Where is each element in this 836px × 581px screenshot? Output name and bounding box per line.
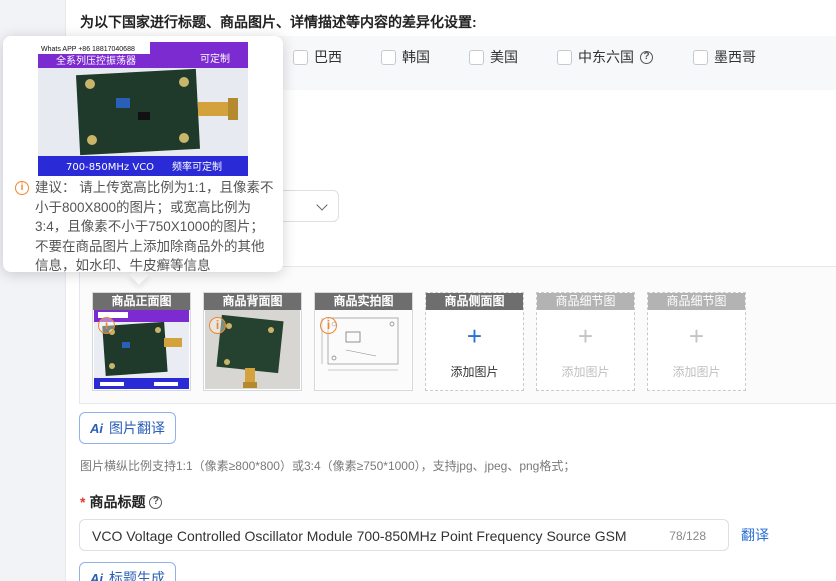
country-option-usa[interactable]: 美国 bbox=[469, 47, 518, 67]
image-slot-back[interactable]: 商品背面图 i bbox=[203, 292, 302, 391]
tooltip-preview-image: Whats APP +86 18817040688 全系列压控振荡器 可定制 7… bbox=[38, 42, 248, 176]
plus-icon[interactable]: + bbox=[648, 323, 745, 349]
product-title-label: * 商品标题 ? bbox=[80, 492, 163, 512]
slot-label: 商品正面图 bbox=[93, 293, 190, 310]
country-label: 美国 bbox=[490, 49, 518, 65]
checkbox-icon[interactable] bbox=[693, 49, 708, 65]
add-image-text[interactable]: 添加图片 bbox=[537, 363, 634, 380]
character-count: 78/128 bbox=[669, 529, 706, 543]
preview-banner-top-left: 全系列压控振荡器 bbox=[56, 54, 136, 67]
slot-label: 商品实拍图 bbox=[315, 293, 412, 310]
button-label: 标题生成 bbox=[109, 570, 165, 581]
image-slot-front[interactable]: 商品正面图 i bbox=[92, 292, 191, 391]
warning-icon: i bbox=[15, 181, 29, 195]
required-asterisk: * bbox=[80, 494, 86, 510]
image-slot-side[interactable]: 商品侧面图 + 添加图片 bbox=[425, 292, 524, 391]
country-label: 巴西 bbox=[314, 49, 342, 65]
add-image-text[interactable]: 添加图片 bbox=[426, 363, 523, 380]
preview-banner-top-right: 可定制 bbox=[200, 52, 230, 65]
preview-watermark: Whats APP +86 18817040688 bbox=[41, 46, 135, 53]
ai-icon: Ai bbox=[90, 570, 103, 581]
image-suggestion-tooltip: Whats APP +86 18817040688 全系列压控振荡器 可定制 7… bbox=[3, 36, 283, 273]
preview-banner-bottom-left: 700-850MHz VCO bbox=[66, 162, 154, 173]
warning-icon[interactable]: i bbox=[98, 317, 115, 334]
checkbox-icon[interactable] bbox=[293, 49, 308, 65]
plus-icon[interactable]: + bbox=[537, 323, 634, 349]
image-format-hint: 图片横纵比例支持1:1（像素≥800*800）或3:4（像素≥750*1000）… bbox=[80, 459, 576, 473]
country-label: 中东六国 bbox=[578, 49, 634, 65]
slot-label: 商品细节图 bbox=[648, 293, 745, 310]
country-label: 墨西哥 bbox=[714, 49, 756, 65]
image-slot-real-shot[interactable]: 商品实拍图 i bbox=[314, 292, 413, 391]
country-option-korea[interactable]: 韩国 bbox=[381, 47, 430, 67]
image-translate-button[interactable]: Ai 图片翻译 bbox=[79, 412, 176, 444]
country-label: 韩国 bbox=[402, 49, 430, 65]
image-slot-detail-1[interactable]: 商品细节图 + 添加图片 bbox=[536, 292, 635, 391]
preview-banner-bottom-right: 频率可定制 bbox=[172, 160, 222, 173]
add-image-text[interactable]: 添加图片 bbox=[648, 363, 745, 380]
help-icon[interactable]: ? bbox=[149, 495, 163, 509]
title-input-value[interactable]: VCO Voltage Controlled Oscillator Module… bbox=[92, 528, 627, 544]
country-section-title: 为以下国家进行标题、商品图片、详情描述等内容的差异化设置: bbox=[80, 14, 477, 30]
title-generate-button[interactable]: Ai 标题生成 bbox=[79, 562, 176, 581]
checkbox-icon[interactable] bbox=[469, 49, 484, 65]
image-slot-detail-2[interactable]: 商品细节图 + 添加图片 bbox=[647, 292, 746, 391]
tooltip-suggestion: i 建议： 请上传宽高比例为1:1，且像素不小于800X800的图片；或宽高比例… bbox=[15, 178, 277, 276]
button-label: 图片翻译 bbox=[109, 420, 165, 436]
warning-icon[interactable]: i bbox=[320, 317, 337, 334]
title-translate-link[interactable]: 翻译 bbox=[741, 525, 769, 545]
ai-icon: Ai bbox=[90, 420, 103, 436]
country-option-gcc[interactable]: 中东六国 ? bbox=[557, 47, 653, 67]
tooltip-text: 建议： 请上传宽高比例为1:1，且像素不小于800X800的图片；或宽高比例为3… bbox=[35, 180, 274, 273]
country-option-mexico[interactable]: 墨西哥 bbox=[693, 47, 756, 67]
warning-icon[interactable]: i bbox=[209, 317, 226, 334]
plus-icon[interactable]: + bbox=[426, 323, 523, 349]
slot-label: 商品背面图 bbox=[204, 293, 301, 310]
checkbox-icon[interactable] bbox=[557, 49, 572, 65]
checkbox-icon[interactable] bbox=[381, 49, 396, 65]
country-option-brazil[interactable]: 巴西 bbox=[293, 47, 342, 67]
field-label-text: 商品标题 bbox=[89, 494, 146, 510]
help-icon[interactable]: ? bbox=[640, 50, 653, 64]
chevron-down-icon bbox=[316, 199, 328, 211]
product-title-input[interactable]: VCO Voltage Controlled Oscillator Module… bbox=[79, 519, 729, 551]
slot-label: 商品侧面图 bbox=[426, 293, 523, 310]
slot-label: 商品细节图 bbox=[537, 293, 634, 310]
